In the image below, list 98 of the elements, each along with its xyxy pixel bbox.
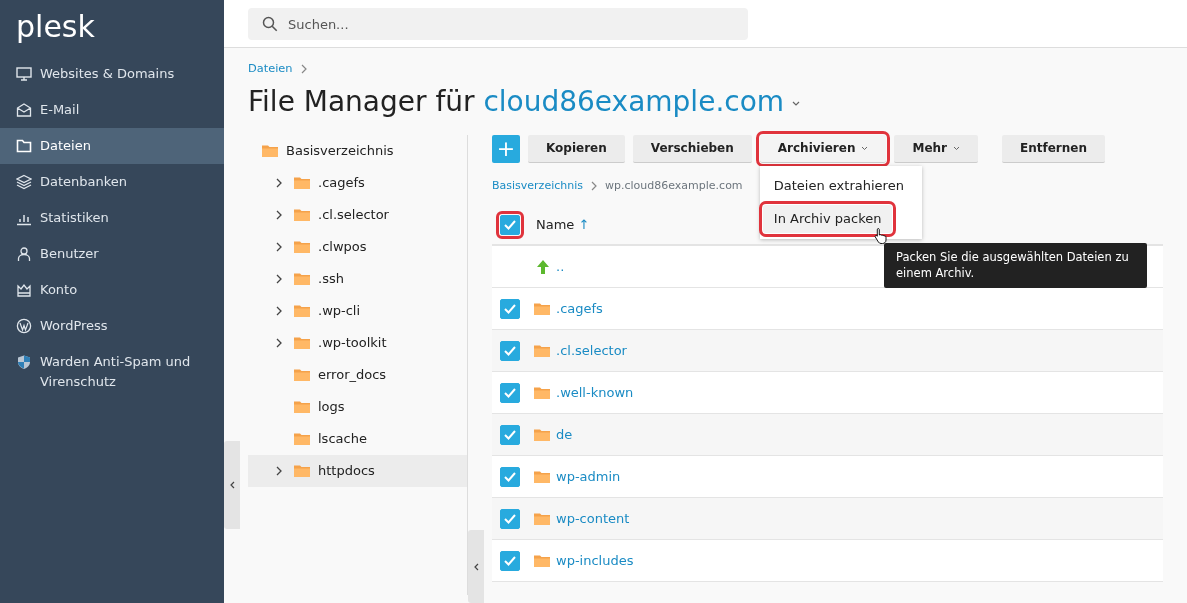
search-field[interactable]: Suchen... — [248, 8, 748, 40]
chevron-right-icon — [591, 180, 597, 191]
chevron-right-icon — [276, 177, 282, 188]
collapse-handle[interactable] — [468, 530, 484, 603]
column-header[interactable]: Name ↑ — [536, 215, 590, 235]
row-checkbox[interactable] — [500, 550, 520, 571]
toolbar-button[interactable]: Entfernen — [1002, 134, 1105, 163]
folder-icon — [294, 208, 310, 222]
folder-icon — [294, 336, 310, 350]
breadcrumb-link[interactable]: Dateien — [248, 60, 293, 78]
sidebar-item[interactable]: Dateien — [0, 128, 224, 164]
file-link[interactable]: wp-content — [556, 508, 630, 529]
chevron-right-icon — [276, 465, 282, 476]
check-icon — [504, 429, 516, 440]
folder-icon — [534, 386, 550, 400]
folder-icon — [294, 368, 310, 382]
row-checkbox[interactable] — [500, 340, 520, 361]
file-link[interactable]: .cagefs — [556, 298, 603, 319]
up-arrow-icon — [536, 258, 550, 275]
row-checkbox[interactable] — [500, 424, 520, 445]
file-link[interactable]: de — [556, 424, 573, 445]
chevron-left-icon — [473, 562, 479, 571]
tree-item[interactable]: .cl.selector — [248, 198, 467, 231]
folder-icon — [294, 272, 310, 286]
tree-item[interactable]: logs — [248, 390, 467, 423]
tree-item[interactable]: .cagefs — [248, 166, 467, 199]
row-checkbox[interactable] — [500, 466, 520, 487]
menu-item[interactable]: Dateien extrahieren — [759, 168, 922, 203]
parent-folder-link[interactable]: .. — [556, 256, 565, 277]
file-link[interactable]: wp-admin — [556, 466, 621, 487]
sidebar-item[interactable]: Statistiken — [0, 200, 224, 236]
tooltip: Packen Sie die ausgewählten Dateien zu einem Archiv. — [884, 242, 1147, 288]
chevron-right-icon — [300, 63, 307, 74]
folder-icon — [294, 240, 310, 254]
sidebar-item[interactable]: WordPress — [0, 308, 224, 344]
chevron-right-icon — [276, 209, 282, 220]
sidebar-item[interactable]: Konto — [0, 272, 224, 308]
folder-icon — [534, 428, 550, 442]
tree-item[interactable]: lscache — [248, 422, 467, 455]
sidebar-item[interactable]: Datenbanken — [0, 164, 224, 200]
tree-item[interactable]: error_docs — [248, 358, 467, 391]
row-checkbox[interactable] — [500, 382, 520, 403]
folder-icon — [294, 304, 310, 318]
check-icon — [504, 345, 516, 356]
monitor-icon — [16, 66, 32, 82]
sidebar-item[interactable]: Warden Anti-Spam und Virenschutz — [0, 344, 224, 400]
folder-icon — [534, 302, 550, 316]
folder-icon — [534, 512, 550, 526]
toolbar-button[interactable]: Mehr — [894, 134, 978, 163]
folder-icon — [294, 432, 310, 446]
check-icon — [504, 471, 516, 482]
tree-item[interactable]: .wp-toolkit — [248, 326, 467, 359]
tree-item[interactable]: Basisverzeichnis — [248, 134, 467, 167]
layers-icon — [16, 174, 32, 190]
chevron-left-icon — [229, 481, 235, 489]
wordpress-icon — [16, 318, 32, 334]
folder-icon — [16, 138, 32, 154]
row-checkbox[interactable] — [500, 508, 520, 529]
chevron-right-icon — [276, 305, 282, 316]
folder-icon — [534, 554, 550, 568]
sidebar-item[interactable]: E-Mail — [0, 92, 224, 128]
current-path: wp.cloud86example.com — [605, 177, 743, 194]
collapse-handle[interactable] — [224, 441, 240, 529]
check-icon — [504, 555, 516, 566]
folder-icon — [534, 344, 550, 358]
check-icon — [504, 387, 516, 398]
folder-icon — [262, 144, 278, 158]
file-link[interactable]: .well-known — [556, 382, 634, 403]
logo: plesk — [15, 8, 96, 46]
chevron-right-icon — [276, 273, 282, 284]
shield-icon — [16, 354, 32, 370]
check-icon — [504, 513, 516, 524]
check-icon — [504, 303, 516, 314]
user-icon — [16, 246, 32, 262]
folder-icon — [294, 400, 310, 414]
chevron-right-icon — [276, 241, 282, 252]
folder-icon — [534, 470, 550, 484]
caret-down-icon — [792, 100, 801, 107]
folder-icon — [294, 176, 310, 190]
row-checkbox[interactable] — [500, 298, 520, 319]
tree-item[interactable]: httpdocs — [248, 454, 467, 487]
toolbar-button[interactable]: Archivieren — [759, 134, 887, 163]
page-title: File Manager für cloud86example.com — [248, 85, 785, 119]
folder-icon — [294, 464, 310, 478]
tree-item[interactable]: .wp-cli — [248, 294, 467, 327]
toolbar-button[interactable]: Kopieren — [528, 134, 625, 163]
file-link[interactable]: wp-includes — [556, 550, 634, 571]
tree-item[interactable]: .clwpos — [248, 230, 467, 263]
toolbar-button[interactable]: Verschieben — [632, 134, 752, 163]
envelope-icon — [16, 102, 32, 118]
path-link[interactable]: Basisverzeichnis — [492, 177, 583, 195]
crown-icon — [16, 282, 32, 298]
check-icon — [504, 220, 516, 231]
sidebar-item[interactable]: Websites & Domains — [0, 56, 224, 92]
tree-item[interactable]: .ssh — [248, 262, 467, 295]
sidebar-item[interactable]: Benutzer — [0, 236, 224, 272]
chevron-right-icon — [276, 337, 282, 348]
file-link[interactable]: .cl.selector — [556, 340, 627, 361]
